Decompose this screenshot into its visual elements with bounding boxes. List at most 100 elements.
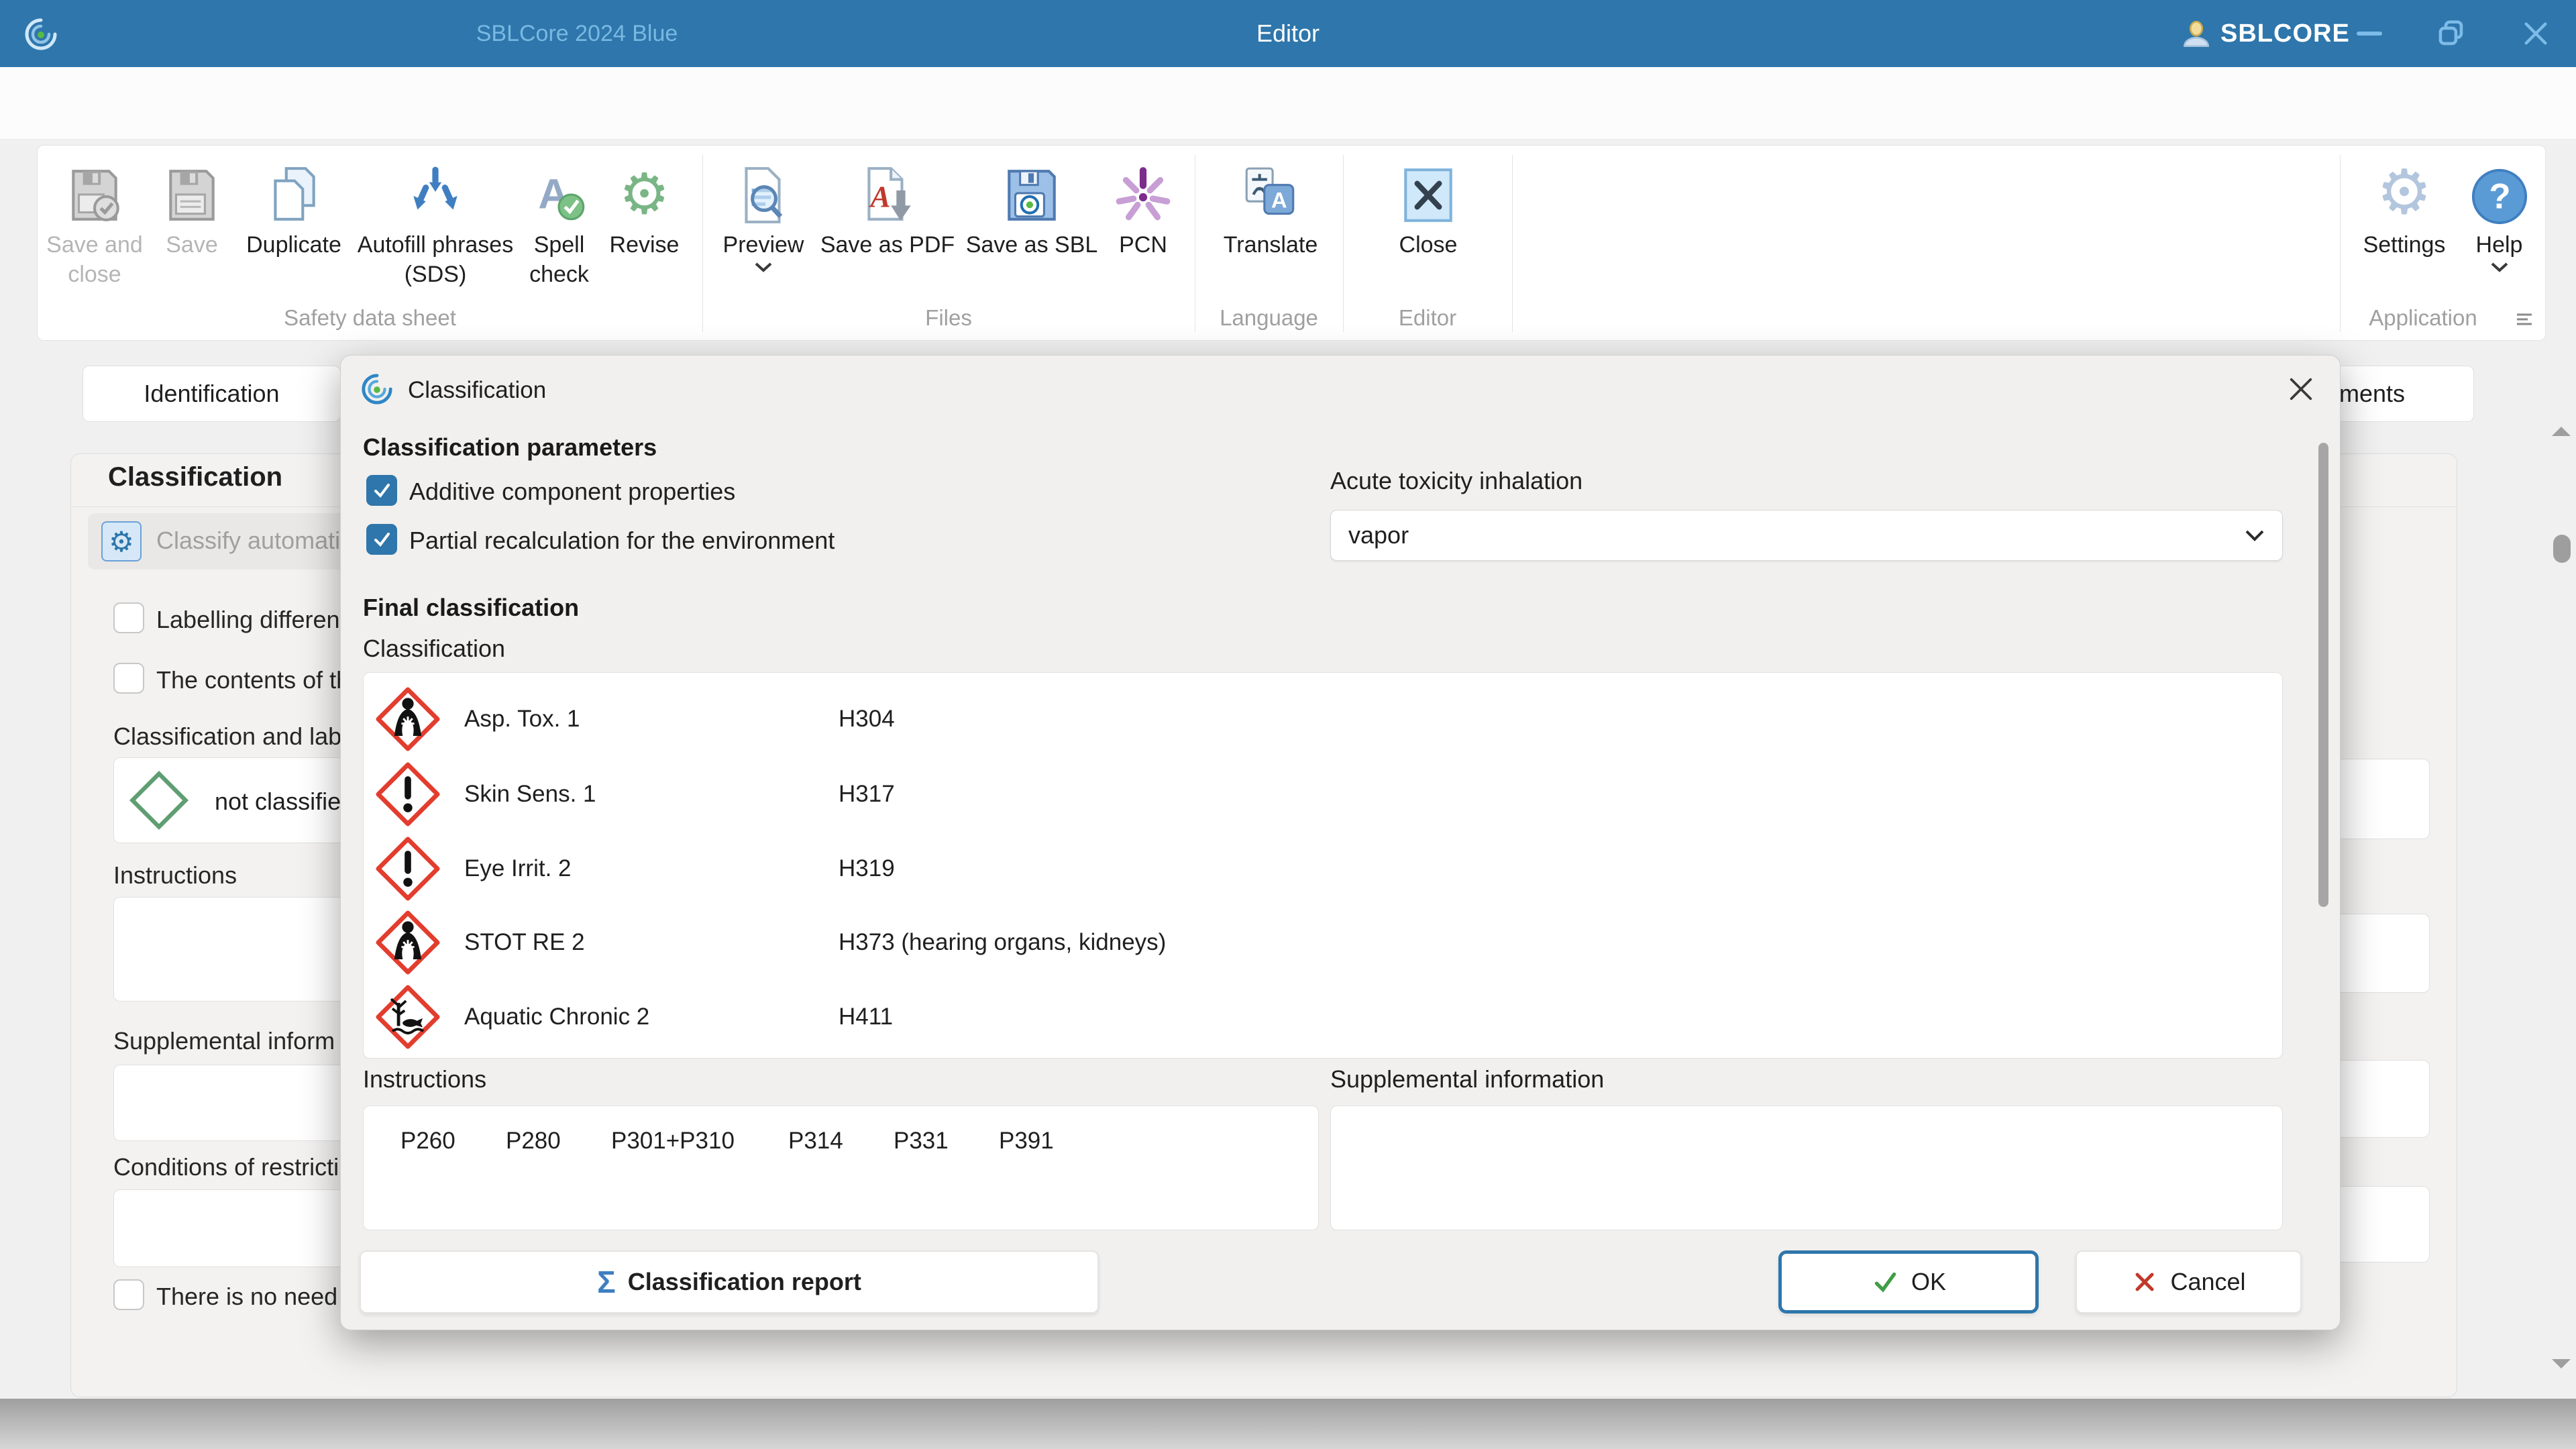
ghs-exclamation-icon xyxy=(376,762,440,826)
scrollbar-up-arrow[interactable] xyxy=(2551,424,2572,439)
svg-text:A: A xyxy=(1271,187,1287,212)
supplemental-information-field[interactable] xyxy=(1330,1106,2283,1230)
classification-row[interactable]: Eye Irrit. 2 H319 xyxy=(364,831,2282,906)
close-editor-button[interactable]: Close xyxy=(1378,154,1479,260)
checkbox-label: Additive component properties xyxy=(409,478,735,506)
precautionary-statements-panel: P260 P280 P301+P310 P314 P331 P391 xyxy=(363,1106,1319,1230)
translate-icon: A xyxy=(1207,154,1334,226)
spell-check-button[interactable]: A Spell check xyxy=(517,154,601,289)
settings-button[interactable]: ⚙ Settings xyxy=(2351,154,2458,260)
dialog-scrollbar-thumb[interactable] xyxy=(2318,443,2328,907)
button-label: Help xyxy=(2461,230,2538,260)
translate-button[interactable]: A Translate xyxy=(1207,154,1334,260)
hazard-class: STOT RE 2 xyxy=(464,929,585,956)
classify-automatically-button[interactable]: Classify automatica xyxy=(156,527,366,555)
p-code[interactable]: P331 xyxy=(894,1128,949,1155)
classification-row[interactable]: Aquatic Chronic 2 H411 xyxy=(364,979,2282,1055)
hazard-code: H411 xyxy=(839,1004,893,1030)
app-logo-icon xyxy=(24,17,58,51)
check-icon xyxy=(372,480,392,500)
ok-button[interactable]: OK xyxy=(1778,1250,2039,1313)
checkbox-label: The contents of th xyxy=(156,666,350,694)
preview-button[interactable]: Preview xyxy=(713,154,814,273)
check-icon xyxy=(372,529,392,549)
button-label: Save and close xyxy=(38,230,152,289)
checkbox-label: Labelling differen xyxy=(156,606,340,634)
close-window-button[interactable] xyxy=(2514,13,2557,54)
duplicate-button[interactable]: Duplicate xyxy=(230,154,358,260)
save-and-close-icon xyxy=(38,154,152,226)
save-as-sbl-button[interactable]: Save as SBL xyxy=(958,154,1106,260)
main-tab-bar: Safety data sheets Substances Contacts xyxy=(0,67,2576,140)
section-tab-identification[interactable]: Identification xyxy=(83,366,341,422)
save-and-close-button[interactable]: Save and close xyxy=(38,154,152,289)
window-bottom-band xyxy=(0,1399,2576,1449)
hazard-code: H304 xyxy=(839,706,895,733)
checkbox-label: Partial recalculation for the environmen… xyxy=(409,527,835,555)
button-label: Autofill phrases (SDS) xyxy=(355,230,516,289)
sbl-floppy-icon xyxy=(958,154,1106,226)
instructions-label: Instructions xyxy=(363,1065,486,1093)
save-button[interactable]: Save xyxy=(155,154,229,260)
dialog-title: Classification xyxy=(408,377,546,404)
not-classified-label: not classifie xyxy=(215,788,341,816)
no-need-checkbox[interactable] xyxy=(113,1279,144,1310)
autofill-phrases-button[interactable]: Autofill phrases (SDS) xyxy=(355,154,516,289)
p-code[interactable]: P260 xyxy=(400,1128,455,1155)
chevron-down-icon xyxy=(2245,529,2265,543)
close-icon xyxy=(2521,19,2551,48)
labelling-different-checkbox[interactable] xyxy=(113,602,144,633)
classification-labelling-label: Classification and lab xyxy=(113,722,341,751)
maximize-icon xyxy=(2436,18,2467,49)
acute-toxicity-select[interactable]: vapor xyxy=(1330,510,2283,561)
revise-button[interactable]: ⚙ Revise xyxy=(599,154,690,260)
contents-checkbox[interactable] xyxy=(113,663,144,694)
group-options-icon[interactable] xyxy=(2514,311,2534,327)
minimize-button[interactable] xyxy=(2348,13,2391,54)
scrollbar-thumb[interactable] xyxy=(2553,535,2571,563)
svg-text:A: A xyxy=(868,180,890,213)
classification-dialog: Classification Classification parameters… xyxy=(340,355,2341,1330)
help-button[interactable]: ? Help xyxy=(2461,154,2538,273)
cancel-button[interactable]: Cancel xyxy=(2076,1250,2302,1313)
button-label: Save as PDF xyxy=(814,230,961,260)
save-as-pdf-button[interactable]: A Save as PDF xyxy=(814,154,961,260)
p-code[interactable]: P301+P310 xyxy=(611,1128,735,1155)
partial-recalculation-checkbox[interactable] xyxy=(366,524,397,555)
group-label-safety-data-sheet: Safety data sheet xyxy=(38,305,702,331)
pcn-icon xyxy=(1101,154,1185,226)
additive-component-checkbox[interactable] xyxy=(366,475,397,506)
button-label: Cancel xyxy=(2170,1268,2245,1296)
classification-row[interactable]: Skin Sens. 1 H317 xyxy=(364,757,2282,832)
group-label-application: Application xyxy=(2340,305,2506,331)
dialog-logo-icon xyxy=(361,373,393,405)
hazard-class: Aquatic Chronic 2 xyxy=(464,1004,649,1030)
svg-text:?: ? xyxy=(2489,177,2510,217)
hazard-code: H319 xyxy=(839,855,895,882)
window-title: Editor xyxy=(1140,0,1436,67)
classification-report-button[interactable]: Σ Classification report xyxy=(360,1250,1099,1313)
pcn-button[interactable]: PCN xyxy=(1101,154,1185,260)
dialog-close-button[interactable] xyxy=(2286,374,2316,404)
ribbon-panel: Save and close Save xyxy=(37,145,2546,341)
duplicate-icon xyxy=(230,154,358,226)
spell-check-icon: A xyxy=(517,154,601,226)
ghs-environment-icon xyxy=(376,985,440,1049)
scrollbar-down-arrow[interactable] xyxy=(2551,1356,2572,1371)
button-label: Spell check xyxy=(517,230,601,289)
button-label: PCN xyxy=(1101,230,1185,260)
p-code[interactable]: P391 xyxy=(999,1128,1054,1155)
autofill-arrows-icon xyxy=(355,154,516,226)
classification-row[interactable]: STOT RE 2 H373 (hearing organs, kidneys) xyxy=(364,905,2282,980)
minimize-icon xyxy=(2357,32,2382,36)
app-window: SBLCore 2024 Blue Editor SBLCORE xyxy=(0,0,2576,1449)
button-label: Save xyxy=(155,230,229,260)
button-label: Revise xyxy=(599,230,690,260)
gear-icon: ⚙ xyxy=(599,154,690,226)
maximize-button[interactable] xyxy=(2430,13,2473,54)
classification-row[interactable]: Asp. Tox. 1 H304 xyxy=(364,682,2282,757)
p-code[interactable]: P280 xyxy=(506,1128,561,1155)
ghs-health-hazard-icon xyxy=(376,910,440,975)
p-code[interactable]: P314 xyxy=(788,1128,843,1155)
account-button[interactable]: SBLCORE xyxy=(2220,0,2350,67)
